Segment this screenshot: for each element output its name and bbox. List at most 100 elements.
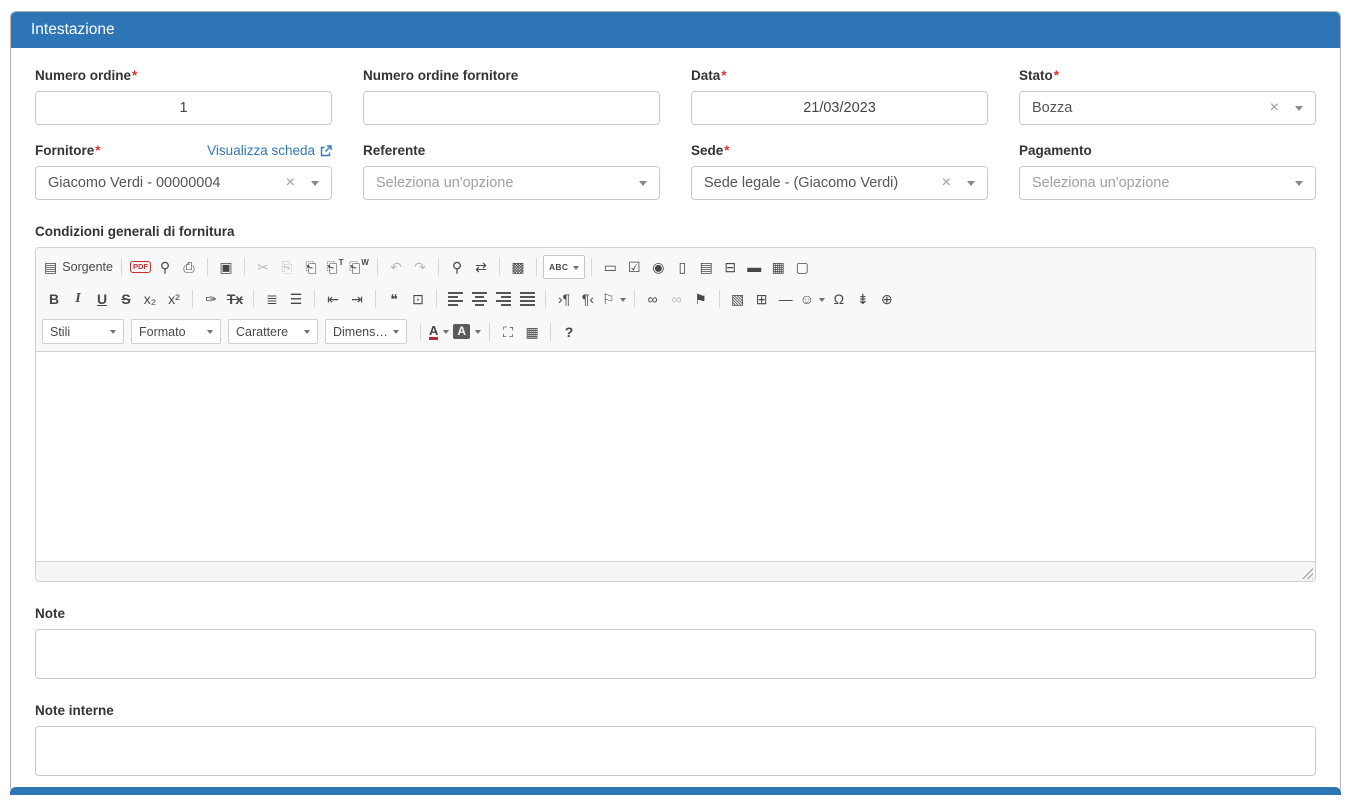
fornitore-select[interactable]: Giacomo Verdi - 00000004 × <box>35 166 332 200</box>
align-right-button[interactable] <box>491 287 515 311</box>
page-break-button[interactable]: ⇟ <box>851 287 875 311</box>
cut-button[interactable]: ✂ <box>251 255 275 279</box>
resize-grip[interactable] <box>1301 567 1313 579</box>
text-direction-ltr-button[interactable]: ›¶ <box>552 287 576 311</box>
hidden-field-button[interactable]: ▢ <box>790 255 814 279</box>
button-field-button[interactable]: ▬ <box>742 255 766 279</box>
styles-combo[interactable]: Stili <box>42 319 124 344</box>
about-button[interactable]: ? <box>557 320 581 344</box>
replace-button[interactable]: ⇄ <box>469 255 493 279</box>
form-button[interactable]: ▭ <box>598 255 622 279</box>
subscript-button[interactable]: x₂ <box>138 287 162 311</box>
referente-select[interactable]: Seleziona un'opzione <box>363 166 660 200</box>
paste-button[interactable]: ⎗ <box>299 255 323 279</box>
text-field-button[interactable]: ▯ <box>670 255 694 279</box>
visualizza-scheda-link[interactable]: Visualizza scheda <box>207 143 332 159</box>
stato-select[interactable]: Bozza × <box>1019 91 1316 125</box>
paste-as-text-button[interactable]: ⎗T <box>323 255 347 279</box>
iframe-button[interactable]: ⊕ <box>875 287 899 311</box>
text-color-button[interactable]: A <box>427 320 451 344</box>
editor-content[interactable] <box>36 352 1315 561</box>
spell-check-button[interactable]: ABC <box>543 255 585 279</box>
copy-button[interactable]: ⎘ <box>275 255 299 279</box>
bold-button[interactable]: B <box>42 287 66 311</box>
checkbox-button[interactable]: ☑ <box>622 255 646 279</box>
font-size-combo[interactable]: Dimensi... <box>325 319 407 344</box>
chevron-down-icon <box>393 330 399 337</box>
next-panel-header-strip[interactable] <box>10 787 1341 795</box>
show-blocks-button[interactable]: ▦ <box>520 320 544 344</box>
format-combo[interactable]: Formato <box>131 319 221 344</box>
toolbar-separator <box>438 258 439 276</box>
special-character-button[interactable]: Ω <box>827 287 851 311</box>
paste-from-word-button[interactable]: ⎗W <box>347 255 371 279</box>
underline-button[interactable]: U <box>90 287 114 311</box>
bold-icon: B <box>49 292 59 306</box>
align-left-button[interactable] <box>443 287 467 311</box>
chevron-down-icon <box>639 181 647 190</box>
font-size-label: Dimensi... <box>333 325 388 339</box>
remove-format-button[interactable]: Tx <box>223 287 247 311</box>
anchor-button[interactable]: ⚑ <box>689 287 713 311</box>
unlink-button[interactable]: ∞ <box>665 287 689 311</box>
templates-button[interactable]: ▣ <box>214 255 238 279</box>
font-combo[interactable]: Carattere <box>228 319 318 344</box>
editor-status-bar <box>36 561 1315 581</box>
background-color-button[interactable]: A <box>451 320 483 344</box>
text-direction-rtl-button[interactable]: ¶‹ <box>576 287 600 311</box>
note-interne-input[interactable] <box>35 726 1316 776</box>
find-icon: ⚲ <box>452 260 462 274</box>
blockquote-button[interactable]: ❝ <box>382 287 406 311</box>
clear-icon[interactable]: × <box>942 175 951 191</box>
font-label: Carattere <box>236 325 288 339</box>
maximize-button[interactable]: ⛶ <box>496 320 520 344</box>
redo-button[interactable]: ↷ <box>408 255 432 279</box>
paste-from-word-modifier: W <box>361 258 369 267</box>
paste-from-word-icon: ⎗ <box>349 260 360 274</box>
source-button[interactable]: ▤Sorgente <box>42 255 115 279</box>
strikethrough-icon: S <box>121 292 130 306</box>
field-numero-ordine-fornitore: Numero ordine fornitore <box>363 68 660 125</box>
numero-ordine-fornitore-input[interactable] <box>363 91 660 125</box>
sede-select[interactable]: Sede legale - (Giacomo Verdi) × <box>691 166 988 200</box>
copy-formatting-button[interactable]: ✑ <box>199 287 223 311</box>
image-button-button[interactable]: ▦ <box>766 255 790 279</box>
radio-button-button[interactable]: ◉ <box>646 255 670 279</box>
print-button[interactable]: ⎙ <box>177 255 201 279</box>
decrease-indent-button[interactable]: ⇤ <box>321 287 345 311</box>
clear-icon[interactable]: × <box>286 175 295 191</box>
language-button[interactable]: ⚐ <box>600 287 628 311</box>
align-justify-button[interactable] <box>515 287 539 311</box>
increase-indent-button[interactable]: ⇥ <box>345 287 369 311</box>
chevron-down-icon <box>819 298 825 305</box>
chevron-down-icon <box>443 330 449 337</box>
table-button[interactable]: ⊞ <box>750 287 774 311</box>
note-input[interactable] <box>35 629 1316 679</box>
numbered-list-button[interactable]: ≣ <box>260 287 284 311</box>
align-center-button[interactable] <box>467 287 491 311</box>
unlink-icon: ∞ <box>672 292 682 306</box>
smiley-button[interactable]: ☺ <box>798 287 827 311</box>
strikethrough-button[interactable]: S <box>114 287 138 311</box>
toolbar-separator <box>536 258 537 276</box>
image-icon: ▧ <box>731 292 744 306</box>
export-pdf-button[interactable]: PDF <box>128 255 153 279</box>
find-button[interactable]: ⚲ <box>445 255 469 279</box>
textarea-field-button[interactable]: ▤ <box>694 255 718 279</box>
data-input[interactable] <box>691 91 988 125</box>
numero-ordine-input[interactable] <box>35 91 332 125</box>
div-container-button[interactable]: ⊡ <box>406 287 430 311</box>
clear-icon[interactable]: × <box>1270 100 1279 116</box>
horizontal-rule-button[interactable]: ― <box>774 287 798 311</box>
select-field-button[interactable]: ⊟ <box>718 255 742 279</box>
image-button[interactable]: ▧ <box>726 287 750 311</box>
bulleted-list-button[interactable]: ☰ <box>284 287 308 311</box>
superscript-button[interactable]: x² <box>162 287 186 311</box>
select-all-button[interactable]: ▩ <box>506 255 530 279</box>
italic-button[interactable]: I <box>66 287 90 311</box>
pagamento-select[interactable]: Seleziona un'opzione <box>1019 166 1316 200</box>
link-button[interactable]: ∞ <box>641 287 665 311</box>
align-center-icon <box>472 292 487 306</box>
undo-button[interactable]: ↶ <box>384 255 408 279</box>
preview-button[interactable]: ⚲ <box>153 255 177 279</box>
